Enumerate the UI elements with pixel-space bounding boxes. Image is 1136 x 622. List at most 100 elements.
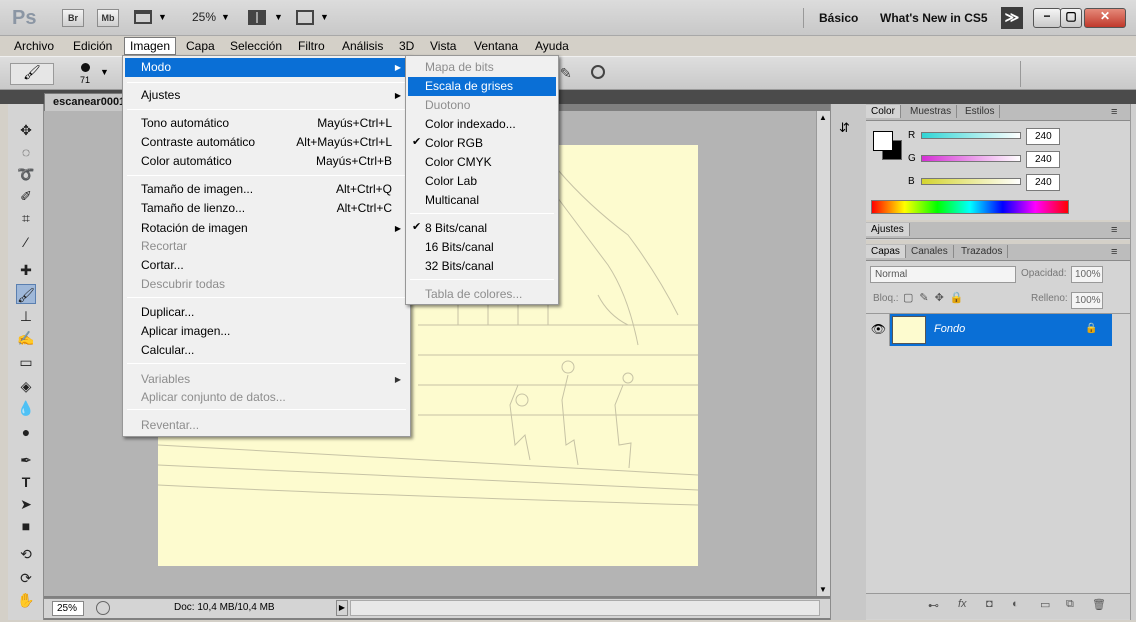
channel-b-slider[interactable] <box>921 178 1021 185</box>
move-tool-icon[interactable]: ✥ <box>16 120 36 140</box>
menu-edicion[interactable]: Edición <box>68 38 117 54</box>
submenu-item-8-bits[interactable]: 8 Bits/canal <box>408 219 556 238</box>
menu-item-duplicar[interactable]: Duplicar... <box>125 303 408 322</box>
panel-scrollbar[interactable] <box>1130 104 1136 620</box>
fx-icon[interactable]: fx <box>958 598 967 610</box>
group-folder-icon[interactable]: ▭ <box>1040 598 1050 611</box>
marquee-tool-icon[interactable]: ◌ <box>16 142 36 162</box>
path-selection-icon[interactable]: ➤ <box>16 494 36 514</box>
tab-color[interactable]: Color <box>866 105 901 118</box>
chevron-down-icon[interactable]: ▼ <box>158 12 167 22</box>
chevron-down-icon[interactable]: ▼ <box>100 67 109 77</box>
blur-tool-icon[interactable]: 💧 <box>16 398 36 418</box>
menu-item-rotacion-imagen[interactable]: Rotación de imagen ▶ <box>125 219 408 238</box>
menu-archivo[interactable]: Archivo <box>9 38 59 54</box>
menu-item-tamano-imagen[interactable]: Tamaño de imagen... Alt+Ctrl+Q <box>125 180 408 199</box>
mask-icon[interactable]: ◘ <box>986 598 993 610</box>
chevron-down-icon[interactable]: ▼ <box>274 12 283 22</box>
tab-muestras[interactable]: Muestras <box>905 105 958 118</box>
layer-visibility-eye-icon[interactable]: 👁 <box>868 314 890 346</box>
paint-bucket-icon[interactable]: ◈ <box>16 376 36 396</box>
submenu-item-duotono[interactable]: Duotono <box>408 96 556 115</box>
history-panel-icon[interactable]: ⇵ <box>839 120 857 138</box>
menu-item-ajustes[interactable]: Ajustes ▶ <box>125 86 408 105</box>
dodge-tool-icon[interactable]: ● <box>16 422 36 442</box>
status-zoom[interactable]: 25% <box>52 601 84 616</box>
clone-stamp-icon[interactable]: ⊥ <box>16 306 36 326</box>
channel-r-value[interactable]: 240 <box>1026 128 1060 145</box>
submenu-item-16-bits[interactable]: 16 Bits/canal <box>408 238 556 257</box>
menu-seleccion[interactable]: Selección <box>225 38 287 54</box>
eyedropper-icon[interactable]: ⁄ <box>16 232 36 252</box>
opacity-input[interactable]: 100% <box>1071 266 1103 283</box>
submenu-item-mapa-de-bits[interactable]: Mapa de bits <box>408 58 556 77</box>
scroll-up-icon[interactable]: ▲ <box>819 113 827 122</box>
menu-item-variables[interactable]: Variables ▶ <box>125 370 408 389</box>
tab-canales[interactable]: Canales <box>906 245 954 258</box>
submenu-item-multicanal[interactable]: Multicanal <box>408 191 556 210</box>
menu-item-aplicar-imagen[interactable]: Aplicar imagen... <box>125 322 408 341</box>
menu-item-color-automatico[interactable]: Color automático Mayús+Ctrl+B <box>125 152 408 171</box>
menu-item-tono-automatico[interactable]: Tono automático Mayús+Ctrl+L <box>125 114 408 133</box>
3d-orbit-icon[interactable]: ⟳ <box>16 568 36 588</box>
screen-mode-icon[interactable] <box>296 10 314 25</box>
type-tool-icon[interactable]: T <box>16 472 36 492</box>
menu-analisis[interactable]: Análisis <box>337 38 388 54</box>
menu-ventana[interactable]: Ventana <box>469 38 523 54</box>
new-layer-icon[interactable]: ⧉ <box>1066 598 1074 611</box>
tab-ajustes[interactable]: Ajustes <box>866 223 910 236</box>
quick-selection-icon[interactable]: ✐ <box>16 186 36 206</box>
more-workspaces-button[interactable]: ≫ <box>1001 7 1023 29</box>
3d-rotate-icon[interactable]: ⟲ <box>16 544 36 564</box>
workspace-whats-new[interactable]: What's New in CS5 <box>880 11 988 25</box>
menu-item-modo[interactable]: Modo ▶ <box>125 58 408 77</box>
panel-menu-icon[interactable]: ≡ <box>1106 245 1122 259</box>
lock-icons[interactable]: ▢✎✥🔒 <box>903 291 970 304</box>
menu-3d[interactable]: 3D <box>394 38 419 54</box>
fill-input[interactable]: 100% <box>1071 292 1103 309</box>
menu-item-contraste-automatico[interactable]: Contraste automático Alt+Mayús+Ctrl+L <box>125 133 408 152</box>
submenu-item-color-cmyk[interactable]: Color CMYK <box>408 153 556 172</box>
menu-item-calcular[interactable]: Calcular... <box>125 341 408 360</box>
close-button[interactable]: ✕ <box>1084 8 1126 28</box>
layer-row-fondo[interactable]: Fondo 🔒 <box>890 314 1112 346</box>
menu-filtro[interactable]: Filtro <box>293 38 330 54</box>
history-brush-icon[interactable]: ✍ <box>16 328 36 348</box>
link-layers-icon[interactable]: ⊷ <box>928 599 939 612</box>
maximize-button[interactable]: ▢ <box>1060 8 1082 28</box>
shape-tool-icon[interactable]: ■ <box>16 516 36 536</box>
color-spectrum-bar[interactable] <box>871 200 1069 214</box>
pen-tool-icon[interactable]: ✒ <box>16 450 36 470</box>
chevron-down-icon[interactable]: ▼ <box>221 12 230 22</box>
status-icon[interactable] <box>96 601 110 615</box>
delete-layer-icon[interactable]: 🗑 <box>1092 598 1106 611</box>
brush-tool-preset-icon[interactable]: 🖌 <box>10 63 54 85</box>
tab-capas[interactable]: Capas <box>866 245 906 258</box>
menu-ayuda[interactable]: Ayuda <box>530 38 574 54</box>
submenu-item-escala-de-grises[interactable]: Escala de grises <box>408 77 556 96</box>
tablet-pressure-icon[interactable] <box>591 65 605 79</box>
crop-tool-icon[interactable]: ⌗ <box>16 208 36 228</box>
bridge-button[interactable]: Br <box>62 9 84 27</box>
channel-g-slider[interactable] <box>921 155 1021 162</box>
chevron-down-icon[interactable]: ▼ <box>320 12 329 22</box>
menu-item-reventar[interactable]: Reventar... <box>125 416 408 435</box>
film-icon[interactable] <box>134 10 152 24</box>
document-tab[interactable]: escanear0001 <box>44 93 128 111</box>
submenu-item-32-bits[interactable]: 32 Bits/canal <box>408 257 556 276</box>
channel-b-value[interactable]: 240 <box>1026 174 1060 191</box>
hand-tool-icon[interactable]: ✋ <box>16 590 36 610</box>
submenu-item-tabla-de-colores[interactable]: Tabla de colores... <box>408 285 556 304</box>
horizontal-scrollbar[interactable] <box>350 600 820 616</box>
channel-g-value[interactable]: 240 <box>1026 151 1060 168</box>
brush-tool-icon[interactable]: 🖌 <box>16 284 36 304</box>
blend-mode-select[interactable]: Normal <box>870 266 1016 283</box>
workspace-basico[interactable]: Básico <box>819 11 858 25</box>
minimize-button[interactable]: − <box>1033 8 1061 28</box>
scroll-down-icon[interactable]: ▼ <box>819 585 827 594</box>
submenu-item-color-lab[interactable]: Color Lab <box>408 172 556 191</box>
channel-r-slider[interactable] <box>921 132 1021 139</box>
menu-item-tamano-lienzo[interactable]: Tamaño de lienzo... Alt+Ctrl+C <box>125 199 408 218</box>
healing-brush-icon[interactable]: ✚ <box>16 260 36 280</box>
menu-capa[interactable]: Capa <box>181 38 220 54</box>
